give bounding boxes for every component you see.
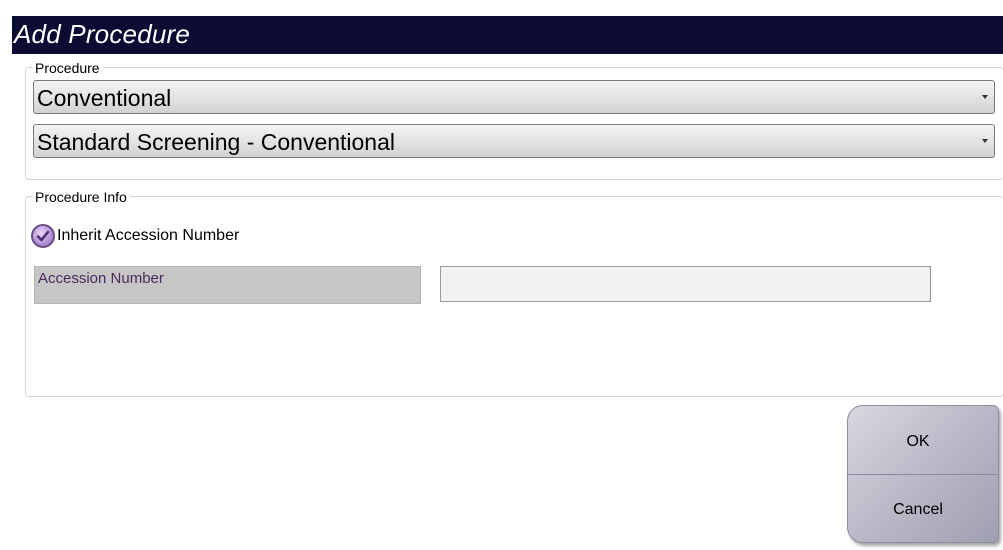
procedure-type-select[interactable]: Conventional xyxy=(33,80,995,114)
ok-button[interactable]: OK xyxy=(847,405,999,474)
chevron-down-icon xyxy=(982,95,988,99)
dialog-button-stack: OK Cancel xyxy=(847,405,999,543)
cancel-button-label: Cancel xyxy=(893,501,943,518)
ok-button-label: OK xyxy=(906,433,930,450)
procedure-group: Procedure Conventional Standard Screenin… xyxy=(25,60,1003,180)
procedure-info-group: Procedure Info Inherit Accession Number … xyxy=(25,189,1003,397)
chevron-down-icon xyxy=(982,139,988,143)
inherit-accession-label: Inherit Accession Number xyxy=(57,227,240,244)
procedure-value: Standard Screening - Conventional xyxy=(37,129,396,155)
cancel-button[interactable]: Cancel xyxy=(847,475,999,544)
procedure-select[interactable]: Standard Screening - Conventional xyxy=(33,124,995,158)
procedure-group-legend: Procedure xyxy=(32,60,103,76)
checkmark-icon xyxy=(31,224,55,248)
procedure-type-value: Conventional xyxy=(37,85,172,111)
title-bar: Add Procedure xyxy=(12,16,1003,54)
dialog-title: Add Procedure xyxy=(14,19,191,49)
procedure-info-legend: Procedure Info xyxy=(32,189,130,205)
accession-number-label-box: Accession Number xyxy=(34,266,421,304)
accession-number-label: Accession Number xyxy=(38,270,164,287)
add-procedure-dialog: Add Procedure Procedure Conventional Sta… xyxy=(12,10,1003,550)
accession-number-input[interactable] xyxy=(440,266,931,302)
